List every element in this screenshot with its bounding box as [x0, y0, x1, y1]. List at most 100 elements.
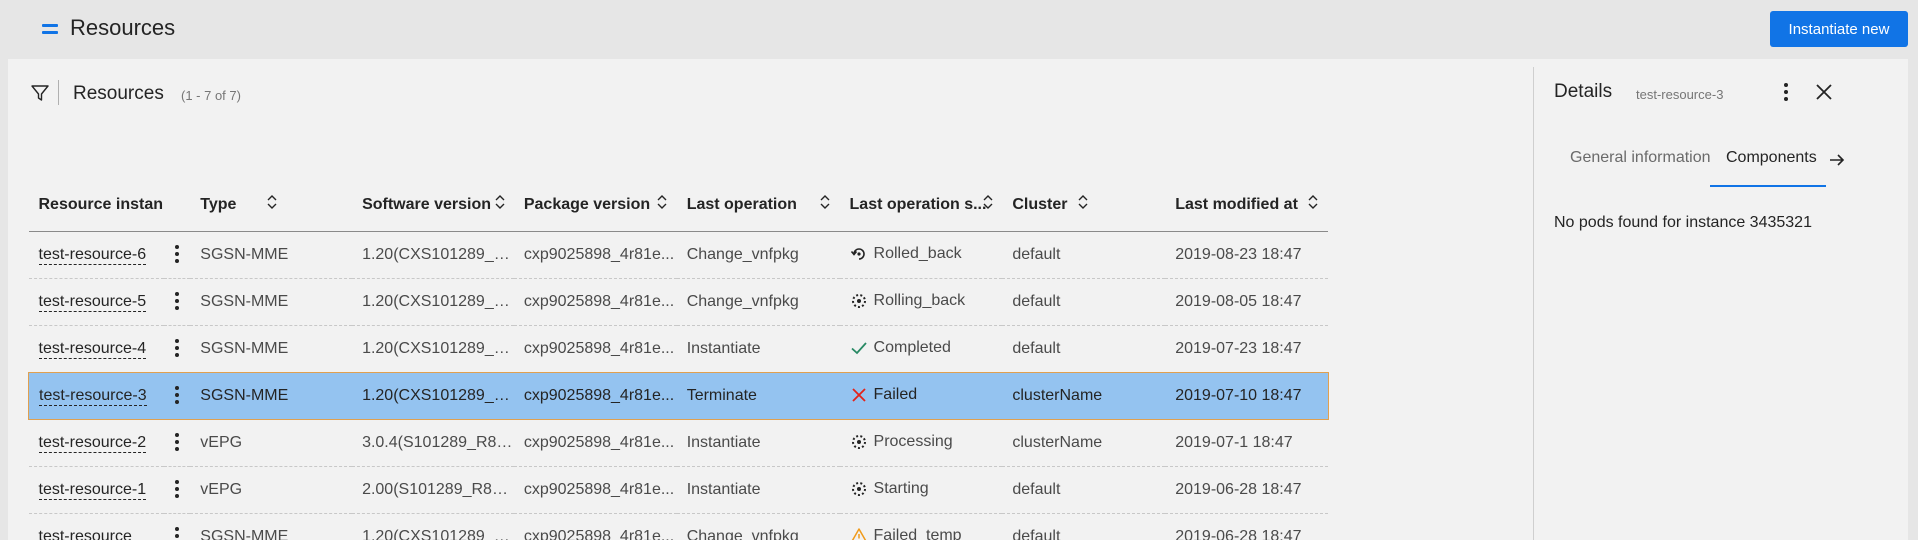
top-bar: Resources Instantiate new: [0, 0, 1918, 59]
last-modified-cell: 2019-06-28 18:47: [1165, 513, 1329, 540]
spinner-icon: [850, 433, 868, 451]
cluster-cell: default: [1002, 466, 1166, 514]
column-header[interactable]: Cluster: [1002, 179, 1166, 232]
resource-name-link[interactable]: test-resource-2: [38, 433, 147, 453]
column-header-label: Resource instan...: [38, 195, 164, 213]
tab-general-information[interactable]: General information: [1570, 149, 1711, 167]
divider: [58, 80, 59, 105]
column-header[interactable]: Last operation: [676, 179, 840, 232]
name-cell: test-resource-2: [28, 419, 164, 467]
table-body: test-resource-6 SGSN-MME 1.20(CXS101289_R.…: [28, 231, 1514, 540]
software-version-cell: 2.00(S101289_R81...: [352, 466, 514, 514]
status-label: Rolling_back: [873, 292, 966, 310]
arrow-right-icon[interactable]: [1828, 151, 1846, 169]
column-header-label: Software version: [362, 195, 491, 213]
more-options-icon[interactable]: [1784, 83, 1788, 101]
type-cell: SGSN-MME: [190, 371, 353, 420]
package-version-cell: cxp9025898_4r81e...: [513, 419, 677, 467]
last-operation-cell: Change_vnfpkg: [676, 278, 840, 326]
column-header-label: Package version: [523, 195, 651, 213]
column-header[interactable]: Package version: [513, 179, 677, 232]
resources-table: Resource instan... Type Software version Pa…: [28, 179, 1514, 540]
empty-message: No pods found for instance 3435321: [1554, 214, 1812, 231]
package-version-cell: cxp9025898_4r81e...: [513, 371, 677, 420]
status-cell: Rolling_back: [839, 278, 1003, 326]
last-operation-cell: Instantiate: [676, 325, 840, 373]
kebab-cell: [163, 278, 191, 326]
column-header[interactable]: Type: [190, 179, 353, 232]
last-operation-cell: Change_vnfpkg: [676, 231, 840, 279]
tab-components[interactable]: Components: [1726, 149, 1817, 167]
status-cell: Starting: [839, 466, 1003, 514]
more-options-icon[interactable]: [174, 433, 179, 452]
last-modified-cell: 2019-07-10 18:47: [1165, 371, 1329, 420]
cluster-cell: clusterName: [1002, 371, 1166, 420]
more-options-icon[interactable]: [174, 480, 179, 499]
cluster-cell: default: [1002, 231, 1166, 279]
spinner-icon: [850, 292, 868, 310]
sort-icon[interactable]: [819, 193, 831, 211]
software-version-cell: 1.20(CXS101289_R...: [352, 371, 514, 420]
type-cell: SGSN-MME: [190, 325, 353, 373]
close-icon[interactable]: [1812, 80, 1836, 104]
kebab-cell: [163, 231, 191, 279]
more-options-icon[interactable]: [174, 245, 179, 264]
status-cell: Processing: [839, 419, 1003, 467]
column-header[interactable]: Software version: [352, 179, 514, 232]
table-row[interactable]: test-resource-5 SGSN-MME 1.20(CXS101289_R.…: [28, 278, 1514, 326]
sort-icon[interactable]: [266, 193, 278, 211]
software-version-cell: 1.20(CXS101289_R...: [352, 231, 514, 279]
more-options-icon[interactable]: [174, 339, 179, 358]
details-subtitle: test-resource-3: [1636, 87, 1724, 102]
software-version-cell: 3.0.4(S101289_R81...: [352, 419, 514, 467]
resource-name-link[interactable]: test-resource-6: [38, 245, 147, 265]
more-options-icon[interactable]: [174, 386, 179, 405]
software-version-cell: 1.20(CXS101289_R...: [352, 325, 514, 373]
table-row[interactable]: test-resource SGSN-MME 1.20(CXS101289_R...…: [28, 513, 1514, 540]
column-header[interactable]: Last modified at: [1165, 179, 1329, 232]
kebab-cell: [163, 466, 191, 514]
status-cell: Rolled_back: [839, 231, 1003, 279]
table-row[interactable]: test-resource-4 SGSN-MME 1.20(CXS101289_R.…: [28, 325, 1514, 373]
cluster-cell: default: [1002, 278, 1166, 326]
table-row[interactable]: test-resource-3 SGSN-MME 1.20(CXS101289_R.…: [28, 371, 1514, 420]
active-tab-indicator: [1710, 185, 1826, 187]
resource-name-link[interactable]: test-resource: [38, 527, 132, 540]
warning-icon: [850, 527, 868, 540]
sort-icon[interactable]: [1077, 193, 1089, 211]
sort-icon[interactable]: [656, 193, 668, 211]
resource-name-link[interactable]: test-resource-4: [38, 339, 147, 359]
last-operation-cell: Terminate: [676, 371, 840, 420]
type-cell: SGSN-MME: [190, 278, 353, 326]
column-header[interactable]: Resource instan...: [28, 179, 164, 232]
last-modified-cell: 2019-07-23 18:47: [1165, 325, 1329, 373]
resource-name-link[interactable]: test-resource-1: [38, 480, 147, 500]
resource-name-link[interactable]: test-resource-5: [38, 292, 147, 312]
column-header-label: Type: [200, 195, 237, 213]
filter-icon[interactable]: [30, 83, 50, 103]
sort-icon[interactable]: [1307, 193, 1319, 211]
last-operation-cell: Instantiate: [676, 419, 840, 467]
status-label: Processing: [873, 433, 953, 451]
status-cell: Failed_temp: [839, 513, 1003, 540]
status-cell: Failed: [839, 371, 1003, 420]
sort-icon[interactable]: [982, 193, 994, 211]
more-options-icon[interactable]: [174, 292, 179, 311]
resource-name-link[interactable]: test-resource-3: [39, 386, 147, 406]
last-operation-cell: Change_vnfpkg: [676, 513, 840, 540]
package-version-cell: cxp9025898_4r81e...: [513, 466, 677, 514]
kebab-cell: [163, 419, 191, 467]
table-row[interactable]: test-resource-2 vEPG 3.0.4(S101289_R81... c…: [28, 419, 1514, 467]
column-header-label: Last operation: [686, 195, 797, 213]
package-version-cell: cxp9025898_4r81e...: [513, 231, 677, 279]
column-header[interactable]: Last operation s...: [839, 179, 1003, 232]
last-modified-cell: 2019-06-28 18:47: [1165, 466, 1329, 514]
details-panel: Details test-resource-3 General informat…: [1534, 59, 1908, 540]
instantiate-new-button[interactable]: Instantiate new: [1770, 11, 1908, 47]
table-row[interactable]: test-resource-6 SGSN-MME 1.20(CXS101289_R.…: [28, 231, 1514, 279]
more-options-icon[interactable]: [174, 527, 179, 540]
sort-icon[interactable]: [494, 193, 506, 211]
name-cell: test-resource-3: [28, 371, 164, 420]
menu-icon[interactable]: [42, 24, 58, 36]
table-row[interactable]: test-resource-1 vEPG 2.00(S101289_R81... cx…: [28, 466, 1514, 514]
